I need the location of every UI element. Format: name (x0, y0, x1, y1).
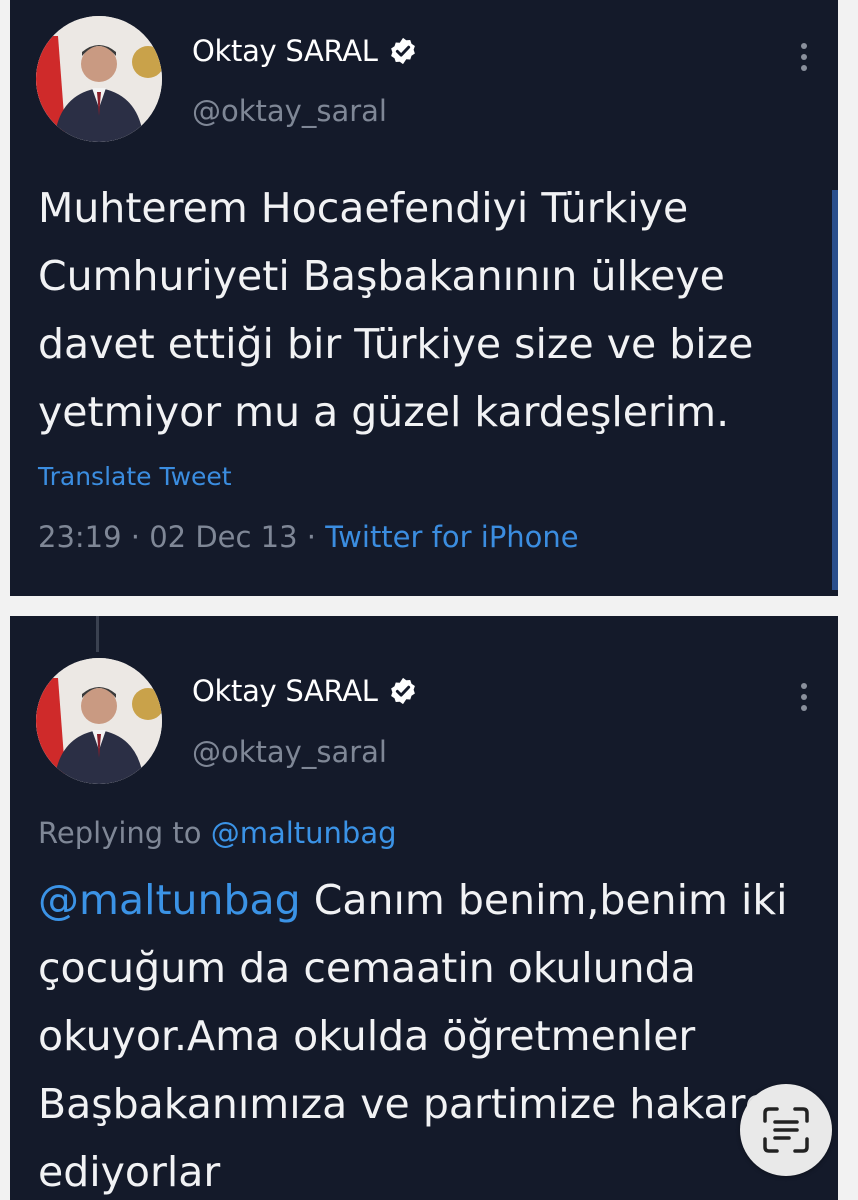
verified-badge-icon (390, 677, 415, 705)
more-vertical-icon[interactable] (800, 42, 808, 72)
tweet-card-2: Oktay SARAL @oktay_saral Replying to @ma… (10, 616, 838, 1200)
replying-to: Replying to @maltunbag (38, 816, 397, 850)
tweet-mention[interactable]: @maltunbag (38, 876, 301, 924)
replying-label: Replying to (38, 816, 202, 850)
tweet-body: Canım benim,benim iki çocuğum da cemaati… (38, 876, 788, 1196)
author-name[interactable]: Oktay SARAL (192, 674, 378, 708)
author-avatar[interactable] (36, 16, 162, 142)
tweet-text: Muhterem Hocaefendiyi Türkiye Cumhuriyet… (38, 184, 754, 436)
translate-tweet-link[interactable]: Translate Tweet (38, 462, 232, 491)
tweet-text: @maltunbag Canım benim,benim iki çocuğum… (38, 866, 818, 1200)
scroll-indicator (832, 190, 838, 590)
thread-line (96, 616, 99, 652)
tweet-timestamp[interactable]: 23:19 · 02 Dec 13 · (38, 520, 316, 554)
replying-to-mention[interactable]: @maltunbag (211, 816, 397, 850)
tweet-source-link[interactable]: Twitter for iPhone (325, 520, 578, 554)
avatar-photo (36, 658, 162, 784)
avatar-photo (36, 16, 162, 142)
author-handle[interactable]: @oktay_saral (192, 735, 387, 769)
tweet-meta: 23:19 · 02 Dec 13 · Twitter for iPhone (38, 520, 579, 554)
author-avatar[interactable] (36, 658, 162, 784)
author-handle[interactable]: @oktay_saral (192, 94, 387, 128)
tweet-card-1: Oktay SARAL @oktay_saral Muhterem Hocaef… (10, 0, 838, 596)
text-scan-button[interactable] (740, 1084, 832, 1176)
text-scan-icon (763, 1107, 809, 1153)
author-name[interactable]: Oktay SARAL (192, 34, 378, 68)
more-vertical-icon[interactable] (800, 682, 808, 712)
verified-badge-icon (390, 37, 415, 65)
